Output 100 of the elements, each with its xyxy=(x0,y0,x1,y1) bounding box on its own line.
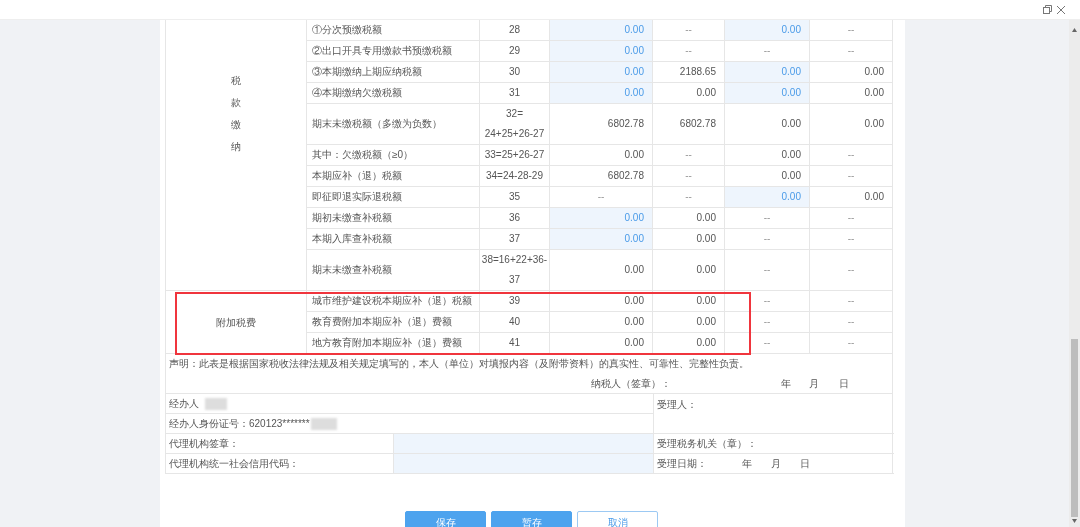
agency-code-label: 代理机构统一社会信用代码： xyxy=(169,457,299,471)
primary-button[interactable]: 暂存 xyxy=(491,511,572,527)
month-label: 月 xyxy=(771,457,782,471)
table-cell: 0.00 xyxy=(550,333,653,354)
item-label: 即征即退实际退税额 xyxy=(307,187,480,208)
table-cell: -- xyxy=(810,229,893,250)
table-cell: 0.00 xyxy=(653,312,725,333)
table-cell: 6802.78 xyxy=(550,104,653,145)
table-cell: 0.00 xyxy=(550,312,653,333)
table-cell: 0.00 xyxy=(653,208,725,229)
table-cell: -- xyxy=(810,20,893,41)
amount-input[interactable]: 0.00 xyxy=(550,229,653,250)
amount-input[interactable]: 0.00 xyxy=(550,20,653,41)
tax-office-label: 受理税务机关（章）： xyxy=(657,437,757,451)
scroll-down-icon[interactable] xyxy=(1072,519,1077,523)
table-cell: 0.00 xyxy=(550,291,653,312)
item-label: 期初未缴查补税额 xyxy=(307,208,480,229)
line-number: 35 xyxy=(480,187,550,208)
amount-input[interactable]: 0.00 xyxy=(550,208,653,229)
table-cell: 0.00 xyxy=(810,83,893,104)
group-label: 附加税费 xyxy=(216,315,256,330)
receiver-label: 受理人： xyxy=(657,399,697,410)
table-cell: -- xyxy=(810,166,893,187)
line-number: 32= 24+25+26-27 xyxy=(480,104,550,145)
month-label: 月 xyxy=(809,377,820,391)
table-cell: 6802.78 xyxy=(653,104,725,145)
item-label: ④本期缴纳欠缴税额 xyxy=(307,83,480,104)
table-cell: -- xyxy=(725,312,810,333)
agent-label: 经办人 xyxy=(169,397,199,411)
amount-input[interactable]: 0.00 xyxy=(725,83,810,104)
secondary-button[interactable]: 取消 xyxy=(577,511,658,527)
scrollbar-thumb[interactable] xyxy=(1071,339,1078,517)
primary-button[interactable]: 保存 xyxy=(405,511,486,527)
table-cell: -- xyxy=(810,250,893,291)
restore-icon[interactable] xyxy=(1043,5,1052,14)
table-cell: -- xyxy=(725,229,810,250)
table-cell: 0.00 xyxy=(810,187,893,208)
scroll-up-icon[interactable] xyxy=(1072,28,1077,32)
table-cell: 6802.78 xyxy=(550,166,653,187)
amount-input[interactable]: 0.00 xyxy=(725,62,810,83)
amount-input[interactable]: 0.00 xyxy=(550,41,653,62)
line-number: 41 xyxy=(480,333,550,354)
table-cell: 0.00 xyxy=(653,229,725,250)
day-label: 日 xyxy=(800,457,810,471)
table-cell: 0.00 xyxy=(550,145,653,166)
agency-seal-label: 代理机构签章： xyxy=(169,437,239,451)
item-label: 地方教育附加本期应补（退）费额 xyxy=(307,333,480,354)
table-cell: 0.00 xyxy=(653,250,725,291)
table-cell: -- xyxy=(653,166,725,187)
item-label: 教育费附加本期应补（退）费额 xyxy=(307,312,480,333)
agency-seal-input[interactable] xyxy=(394,434,654,454)
table-cell: -- xyxy=(725,208,810,229)
table-cell: 0.00 xyxy=(810,62,893,83)
table-cell: -- xyxy=(810,312,893,333)
group-label: 税款缴纳 xyxy=(231,74,241,154)
table-cell: 0.00 xyxy=(725,145,810,166)
declaration-text: 声明：此表是根据国家税收法律法规及相关规定填写的，本人（单位）对填报内容（及附带资料）的真实性、可靠性、完整性负责。 xyxy=(169,357,750,371)
day-label: 日 xyxy=(839,377,849,391)
agent-id-label: 经办人身份证号：620123******* xyxy=(169,417,310,431)
agency-code-input[interactable] xyxy=(394,454,654,474)
table-cell: 0.00 xyxy=(653,291,725,312)
line-number: 34=24-28-29 xyxy=(480,166,550,187)
receive-date-label: 受理日期： xyxy=(657,457,708,471)
redacted-block xyxy=(205,397,227,410)
item-label: ①分次预缴税额 xyxy=(307,20,480,41)
table-cell: -- xyxy=(725,250,810,291)
table-cell: -- xyxy=(810,291,893,312)
year-label: 年 xyxy=(742,457,753,471)
table-cell: -- xyxy=(653,145,725,166)
item-label: ②出口开具专用缴款书预缴税额 xyxy=(307,41,480,62)
item-label: ③本期缴纳上期应纳税额 xyxy=(307,62,480,83)
table-cell: -- xyxy=(725,333,810,354)
table-cell: -- xyxy=(810,208,893,229)
item-label: 城市维护建设税本期应补（退）税额 xyxy=(307,291,480,312)
year-label: 年 xyxy=(781,377,792,391)
line-number: 38=16+22+36-37 xyxy=(480,250,550,291)
redacted-block xyxy=(310,417,337,430)
table-cell: -- xyxy=(810,145,893,166)
table-cell: -- xyxy=(810,333,893,354)
line-number: 33=25+26-27 xyxy=(480,145,550,166)
table-cell: -- xyxy=(653,41,725,62)
taxpayer-signature-label: 纳税人（签章）： xyxy=(591,377,672,391)
table-cell: 0.00 xyxy=(653,333,725,354)
table-cell: 0.00 xyxy=(725,104,810,145)
amount-input[interactable]: 0.00 xyxy=(550,83,653,104)
amount-input[interactable]: 0.00 xyxy=(725,20,810,41)
item-label: 本期应补（退）税额 xyxy=(307,166,480,187)
table-cell: 0.00 xyxy=(810,104,893,145)
amount-input[interactable]: 0.00 xyxy=(550,62,653,83)
amount-input[interactable]: 0.00 xyxy=(725,187,810,208)
line-number: 40 xyxy=(480,312,550,333)
scrollbar[interactable] xyxy=(1069,20,1080,527)
item-label: 期末未缴税额（多缴为负数） xyxy=(307,104,480,145)
table-cell: -- xyxy=(725,291,810,312)
close-icon[interactable] xyxy=(1056,4,1066,15)
item-label: 期末未缴查补税额 xyxy=(307,250,480,291)
item-label: 其中：欠缴税额（≥0） xyxy=(307,145,480,166)
line-number: 39 xyxy=(480,291,550,312)
item-label: 本期入库查补税额 xyxy=(307,229,480,250)
table-cell: -- xyxy=(810,41,893,62)
